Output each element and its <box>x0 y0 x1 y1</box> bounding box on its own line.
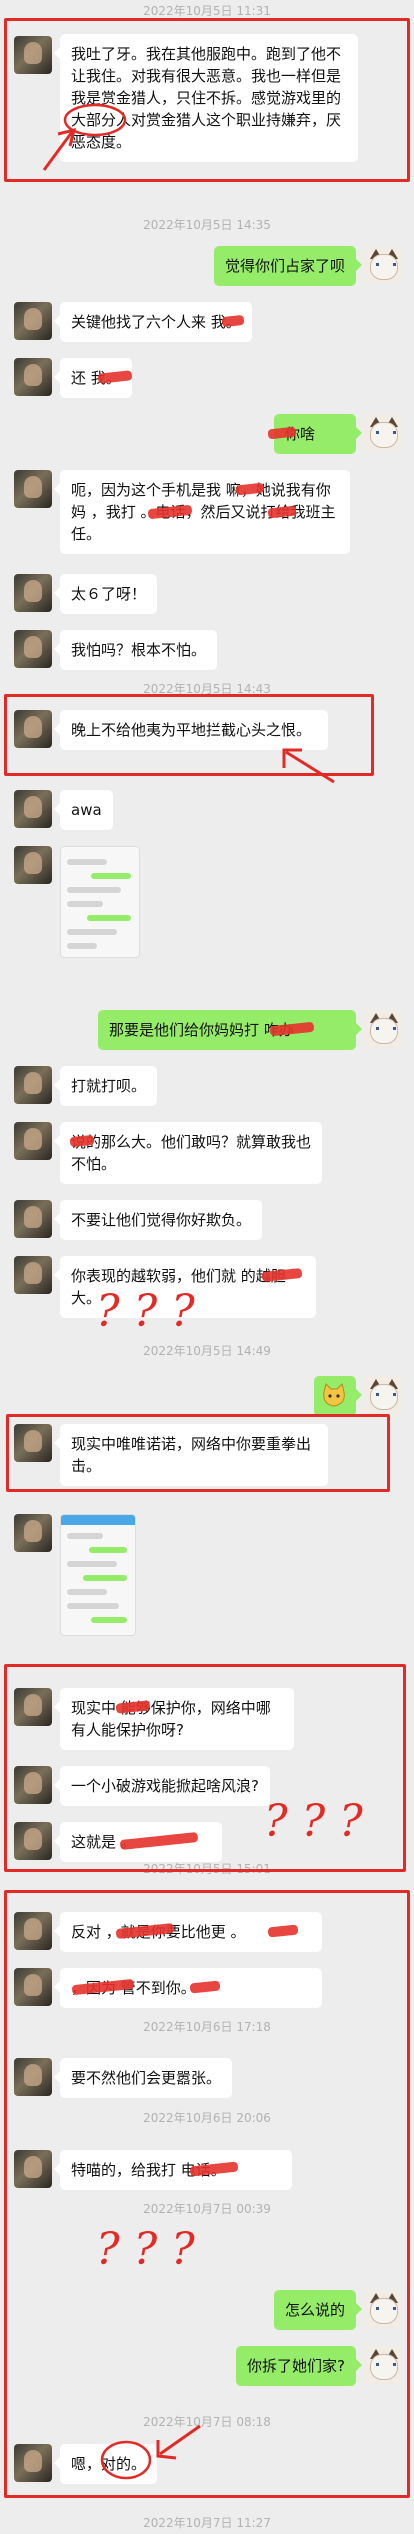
message-bubble[interactable] <box>314 1376 362 1416</box>
message-bubble[interactable]: 我怕吗？根本不怕。 <box>53 630 218 670</box>
message-bubble[interactable]: 不要让他们觉得你好欺负。 <box>53 1200 263 1240</box>
avatar[interactable] <box>14 846 52 884</box>
avatar[interactable] <box>14 630 52 668</box>
question-marks: ? ? ? <box>264 1796 363 1847</box>
avatar[interactable] <box>14 1256 52 1294</box>
avatar[interactable] <box>364 414 402 452</box>
annotation-arrow <box>42 127 77 171</box>
avatar[interactable] <box>364 246 402 284</box>
avatar[interactable] <box>364 1010 402 1048</box>
avatar[interactable] <box>14 1066 52 1104</box>
message-bubble[interactable]: 打就打呗。 <box>53 1066 158 1106</box>
timestamp: 2022年10月7日 11:27 <box>143 2516 271 2530</box>
avatar[interactable] <box>14 1200 52 1238</box>
avatar[interactable] <box>14 470 52 508</box>
avatar[interactable] <box>14 1514 52 1552</box>
image-thumbnail[interactable] <box>60 846 140 958</box>
cat-emoji-icon <box>323 1383 345 1407</box>
annotation-box <box>4 1890 410 2498</box>
message-bubble[interactable]: 说的那么大。他们敢吗？就算敢我也不怕。 <box>54 1122 322 1184</box>
question-marks: ? ? ? <box>96 2224 195 2275</box>
annotation-circle <box>100 2440 152 2480</box>
timestamp: 2022年10月5日 11:31 <box>143 4 271 18</box>
timestamp: 2022年10月5日 14:35 <box>143 218 271 232</box>
avatar[interactable] <box>14 574 52 612</box>
avatar[interactable] <box>364 1376 402 1414</box>
message-bubble[interactable]: awa <box>54 790 113 830</box>
avatar[interactable] <box>14 302 52 340</box>
annotation-arrow <box>156 2424 201 2460</box>
annotation-arrow <box>282 748 335 784</box>
image-thumbnail[interactable] <box>60 1514 136 1636</box>
annotation-box <box>6 1414 390 1492</box>
question-marks: ? ? ? <box>96 1286 195 1337</box>
avatar[interactable] <box>14 790 52 828</box>
message-bubble[interactable]: 太６了呀！ <box>53 574 158 614</box>
message-bubble[interactable]: 那要是他们给你妈妈打 咋办 <box>98 1010 362 1050</box>
message-bubble[interactable]: 觉得你们占家了呗 <box>213 246 363 286</box>
message-bubble[interactable]: 呃，因为这个手机是我 嘛，她说我有你妈 ，我打 。电话，然后又说打给我班主任。 <box>54 470 350 554</box>
timestamp: 2022年10月5日 14:49 <box>143 1344 271 1358</box>
avatar[interactable] <box>14 1122 52 1160</box>
avatar[interactable] <box>14 358 52 396</box>
